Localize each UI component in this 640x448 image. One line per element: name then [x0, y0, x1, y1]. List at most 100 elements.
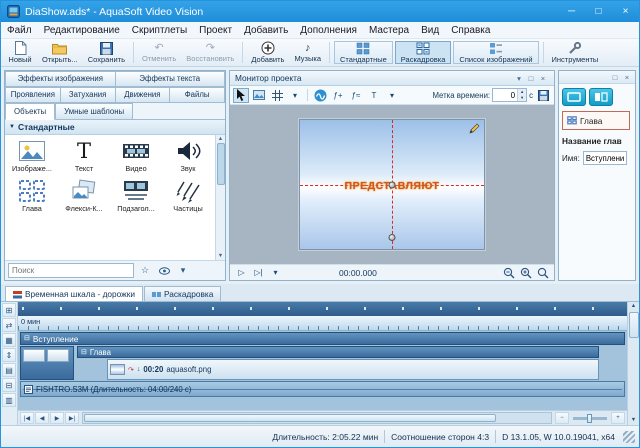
save-button[interactable]: Сохранить — [83, 39, 130, 66]
object-item-subtitle[interactable]: Подзагол... — [110, 179, 162, 213]
panel-pin-icon[interactable]: ▾ — [513, 74, 525, 83]
save-timestamp-button[interactable] — [535, 88, 551, 103]
vscrollbar-thumb[interactable] — [628, 312, 639, 338]
menu-edit[interactable]: Редактирование — [38, 22, 126, 39]
tab-storyboard-view[interactable]: Раскадровка — [143, 286, 222, 301]
timeline-tool-rows[interactable]: ▤ — [2, 363, 16, 377]
select-tool-button[interactable] — [233, 87, 249, 103]
play-button[interactable]: ▷ — [234, 266, 249, 279]
object-handle-bottom[interactable] — [388, 233, 396, 241]
grid-toggle-button[interactable] — [269, 88, 285, 103]
timeline-marker-bar[interactable] — [18, 302, 627, 316]
play-from-marker-button[interactable]: ▷| — [251, 266, 266, 279]
object-item-sound[interactable]: Звук — [162, 139, 214, 173]
scroll-down-icon[interactable]: ▼ — [631, 416, 636, 425]
scrollbar-thumb[interactable] — [216, 143, 225, 185]
fx-wave-button[interactable]: ƒ≈ — [348, 88, 364, 103]
step-back-button[interactable]: ◀ — [35, 412, 49, 424]
curves-tool-button[interactable] — [312, 88, 328, 103]
menu-project[interactable]: Проект — [193, 22, 238, 39]
tab-objects[interactable]: Объекты — [5, 103, 56, 120]
effects-view-button[interactable] — [589, 88, 613, 106]
hscrollbar-thumb[interactable] — [84, 414, 496, 422]
menu-file[interactable]: Файл — [1, 22, 38, 39]
audio-track-clip[interactable]: FISHTRO.S3M (Длительность: 04:00/240 с) — [20, 381, 625, 397]
timeline-tool-columns[interactable]: ▥ — [2, 393, 16, 407]
search-options-dropdown[interactable]: ▾ — [175, 263, 191, 278]
menu-add[interactable]: Добавить — [238, 22, 294, 39]
tab-motions[interactable]: Движения — [115, 87, 171, 103]
storyboard-view-button[interactable]: Раскадровка — [394, 41, 452, 64]
panel-close-icon[interactable]: × — [537, 74, 549, 83]
image-clip[interactable]: ↷ ↓ 00:20 aquasoft.png — [107, 359, 599, 380]
music-button[interactable]: ♪ Музыка — [289, 39, 326, 66]
menu-wizards[interactable]: Мастера — [363, 22, 415, 39]
object-item-chapter[interactable]: Глава — [6, 179, 58, 213]
redo-button[interactable]: ↷ Восстановить — [181, 39, 239, 66]
collapse-icon[interactable]: ⊟ — [81, 349, 87, 356]
name-input[interactable] — [582, 151, 627, 165]
tab-text-effects[interactable]: Эффекты текста — [115, 71, 225, 87]
preview-area[interactable]: ПРЕДСТАВЛЯЮТ — [230, 105, 554, 264]
preview-canvas[interactable]: ПРЕДСТАВЛЯЮТ — [299, 119, 485, 250]
maximize-button[interactable]: □ — [585, 1, 612, 22]
timeline-zoom-out-button[interactable]: − — [555, 412, 569, 424]
tools-button[interactable]: Инструменты — [547, 39, 604, 66]
properties-view-button[interactable] — [562, 88, 586, 106]
tab-files[interactable]: Файлы — [170, 87, 225, 103]
timeline-zoom-slider[interactable] — [573, 413, 607, 423]
standard-view-button[interactable]: Стандартные — [334, 41, 393, 64]
timeline-tool-insert[interactable]: ⊞ — [2, 303, 16, 317]
object-item-image[interactable]: Изображе... — [6, 139, 58, 173]
timeline-tool-swap[interactable]: ⇄ — [2, 318, 16, 332]
favorites-star-icon[interactable]: ☆ — [137, 263, 153, 278]
zoom-fit-icon[interactable] — [535, 266, 550, 279]
object-item-text[interactable]: T Текст — [58, 139, 110, 173]
panel-maximize-icon[interactable]: □ — [609, 73, 621, 82]
text-options-dropdown[interactable]: ▾ — [384, 88, 400, 103]
tab-image-effects[interactable]: Эффекты изображения — [5, 71, 116, 87]
object-item-particles[interactable]: Частицы — [162, 179, 214, 213]
vscrollbar-track[interactable] — [628, 311, 639, 416]
timeline-hscrollbar[interactable] — [82, 412, 552, 424]
minimize-button[interactable]: ─ — [558, 1, 585, 22]
preview-eye-icon[interactable] — [156, 263, 172, 278]
step-forward-button[interactable]: ▶ — [50, 412, 64, 424]
chapter-object-box[interactable] — [20, 346, 74, 380]
timeline-zoom-in-button[interactable]: + — [611, 412, 625, 424]
fx-add-button[interactable]: ƒ+ — [330, 88, 346, 103]
collapse-icon[interactable]: ⊟ — [24, 335, 30, 342]
scroll-up-icon[interactable]: ▲ — [218, 135, 223, 143]
object-item-flexi[interactable]: Флекси-К... — [58, 179, 110, 213]
menu-help[interactable]: Справка — [445, 22, 496, 39]
object-handle-center[interactable] — [388, 181, 396, 188]
tab-smart-templates[interactable]: Умные шаблоны — [55, 103, 134, 120]
spin-down-icon[interactable]: ▼ — [518, 95, 526, 101]
close-button[interactable]: × — [612, 1, 639, 22]
chapter-track-header[interactable]: ⊟ Глава — [77, 346, 599, 358]
open-button[interactable]: Открыть... — [37, 39, 83, 66]
zoom-slider-thumb[interactable] — [586, 413, 592, 423]
play-options-dropdown[interactable]: ▾ — [268, 266, 283, 279]
grid-options-dropdown[interactable]: ▾ — [287, 88, 303, 103]
tab-fade-out[interactable]: Затухания — [60, 87, 116, 103]
menu-addons[interactable]: Дополнения — [294, 22, 363, 39]
timeline-tool-collapse[interactable]: ⊟ — [2, 378, 16, 392]
undo-button[interactable]: ↶ Отменить — [137, 39, 181, 66]
resize-grip[interactable] — [623, 430, 635, 443]
scroll-down-icon[interactable]: ▼ — [218, 252, 223, 260]
selected-object-tab[interactable]: Глава — [562, 111, 630, 130]
timeline-tool-grid[interactable]: ▦ — [2, 333, 16, 347]
intro-track-header[interactable]: ⊟ Вступление — [20, 332, 625, 345]
skip-end-button[interactable]: ▶| — [65, 412, 79, 424]
zoom-out-icon[interactable] — [501, 266, 516, 279]
object-item-video[interactable]: Видео — [110, 139, 162, 173]
image-list-button[interactable]: Список изображений — [453, 41, 539, 64]
add-object-button[interactable]: Добавить — [246, 39, 289, 66]
zoom-in-icon[interactable] — [518, 266, 533, 279]
timeline-ruler[interactable]: 0 мин — [18, 316, 627, 331]
search-input[interactable] — [8, 263, 134, 278]
scrollbar-track[interactable] — [216, 143, 225, 252]
tab-fade-in[interactable]: Проявления — [5, 87, 61, 103]
text-tool-button[interactable]: T — [366, 88, 382, 103]
